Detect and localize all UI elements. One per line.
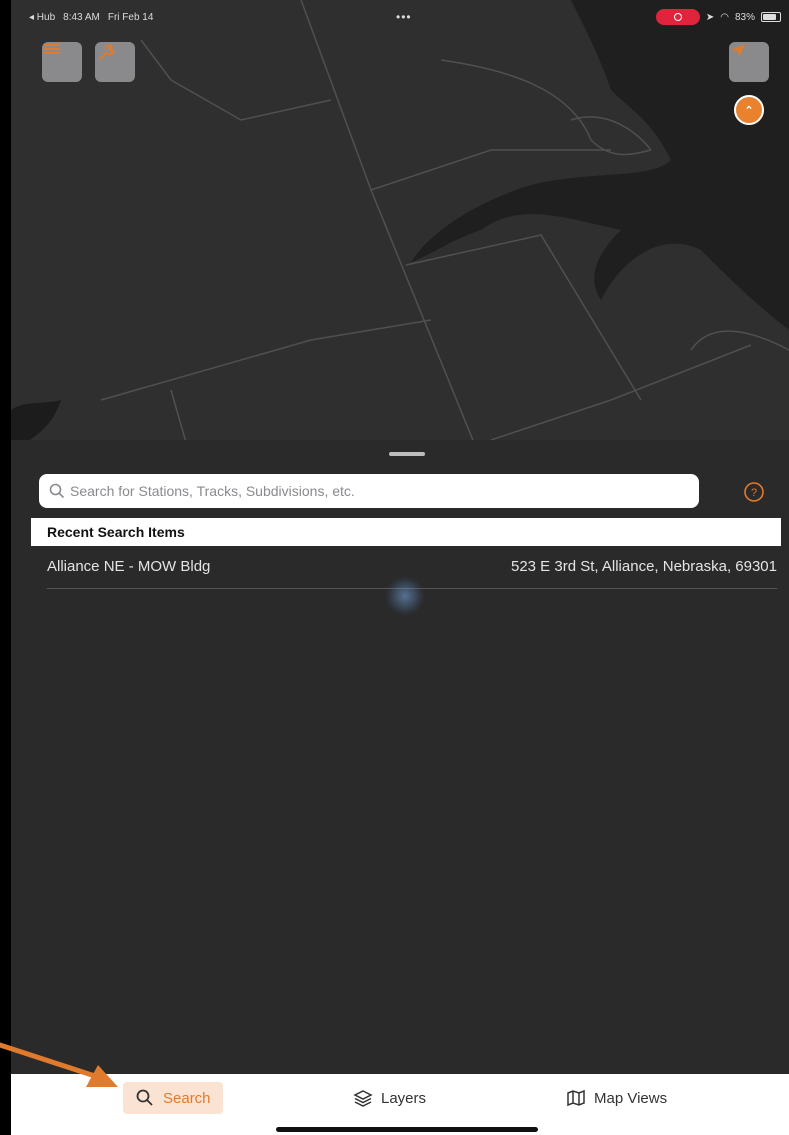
location-arrow-icon: ➤ (705, 11, 715, 23)
tab-map-views-label: Map Views (594, 1089, 668, 1107)
recent-search-header: Recent Search Items (31, 518, 781, 546)
compass-icon[interactable]: ⌃ (734, 95, 764, 125)
status-time: 8:43 AM (63, 12, 100, 23)
map-view[interactable]: ◂ Hub 8:43 AM Fri Feb 14 ••• ➤ ◠ 83% ⌃ (11, 0, 789, 460)
search-input[interactable] (66, 475, 699, 507)
recent-item-address: 523 E 3rd St, Alliance, Nebraska, 69301 (510, 558, 777, 575)
layers-icon (353, 1090, 373, 1107)
help-icon[interactable]: ? (742, 480, 766, 504)
search-bar[interactable] (39, 474, 699, 508)
search-icon (136, 1089, 153, 1106)
sheet-grabber[interactable] (389, 452, 425, 456)
wrench-icon (99, 44, 115, 60)
tab-search-label: Search (163, 1089, 211, 1107)
status-date: Fri Feb 14 (107, 12, 154, 23)
annotation-arrow-icon (0, 1042, 118, 1087)
screen-record-icon[interactable] (655, 9, 700, 25)
recent-item-name: Alliance NE - MOW Bldg (47, 558, 211, 575)
status-bar: ◂ Hub 8:43 AM Fri Feb 14 ••• ➤ ◠ 83% (11, 0, 789, 34)
search-icon (49, 483, 65, 499)
battery-icon (761, 12, 781, 22)
map-icon (567, 1089, 585, 1107)
svg-text:?: ? (751, 487, 757, 499)
search-sheet: ? Recent Search Items Alliance NE - MOW … (11, 440, 789, 1074)
location-arrow-icon (731, 44, 745, 58)
back-to-app-link[interactable]: ◂ Hub (29, 12, 55, 23)
locate-me-button[interactable] (729, 42, 769, 82)
multitask-dots-icon[interactable]: ••• (396, 10, 412, 24)
tab-layers[interactable]: Layers (353, 1082, 426, 1114)
home-indicator[interactable] (276, 1127, 538, 1132)
battery-percent: 83% (734, 11, 755, 23)
touch-indicator (385, 576, 425, 616)
tools-button[interactable] (95, 42, 135, 82)
tab-search[interactable]: Search (123, 1082, 223, 1114)
tab-map-views[interactable]: Map Views (566, 1082, 667, 1114)
menu-button[interactable] (42, 42, 82, 82)
ipad-screen: ◂ Hub 8:43 AM Fri Feb 14 ••• ➤ ◠ 83% ⌃ S… (11, 0, 789, 1135)
tab-layers-label: Layers (381, 1089, 427, 1107)
wifi-icon: ◠ (720, 11, 729, 23)
hamburger-icon (44, 44, 60, 54)
